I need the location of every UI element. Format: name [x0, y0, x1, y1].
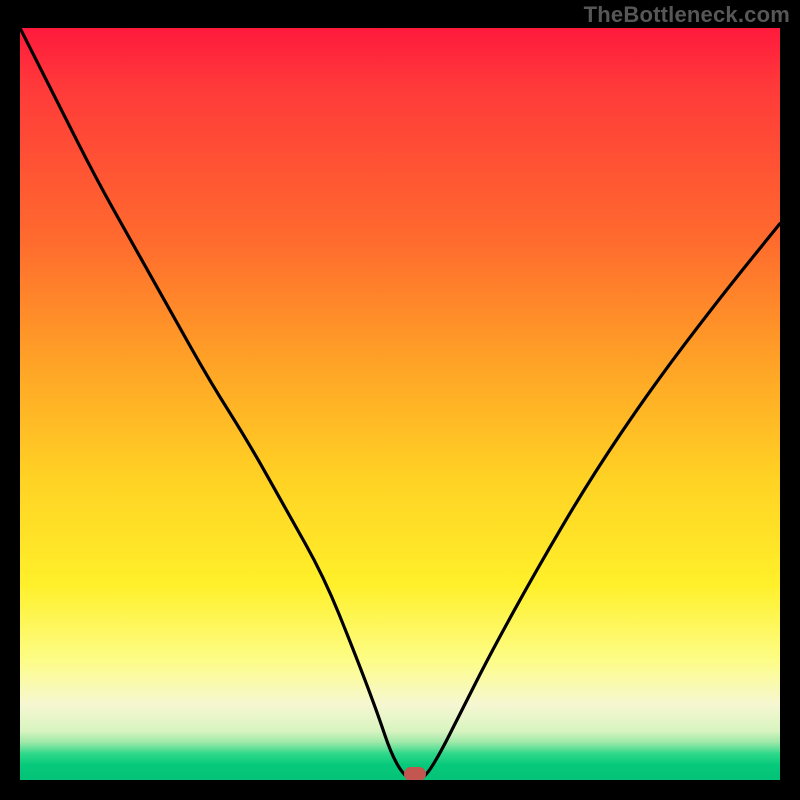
bottleneck-marker: [404, 767, 426, 780]
chart-frame: TheBottleneck.com: [0, 0, 800, 800]
bottleneck-curve: [20, 28, 780, 780]
watermark-label: TheBottleneck.com: [584, 2, 790, 28]
plot-area: [20, 28, 780, 780]
